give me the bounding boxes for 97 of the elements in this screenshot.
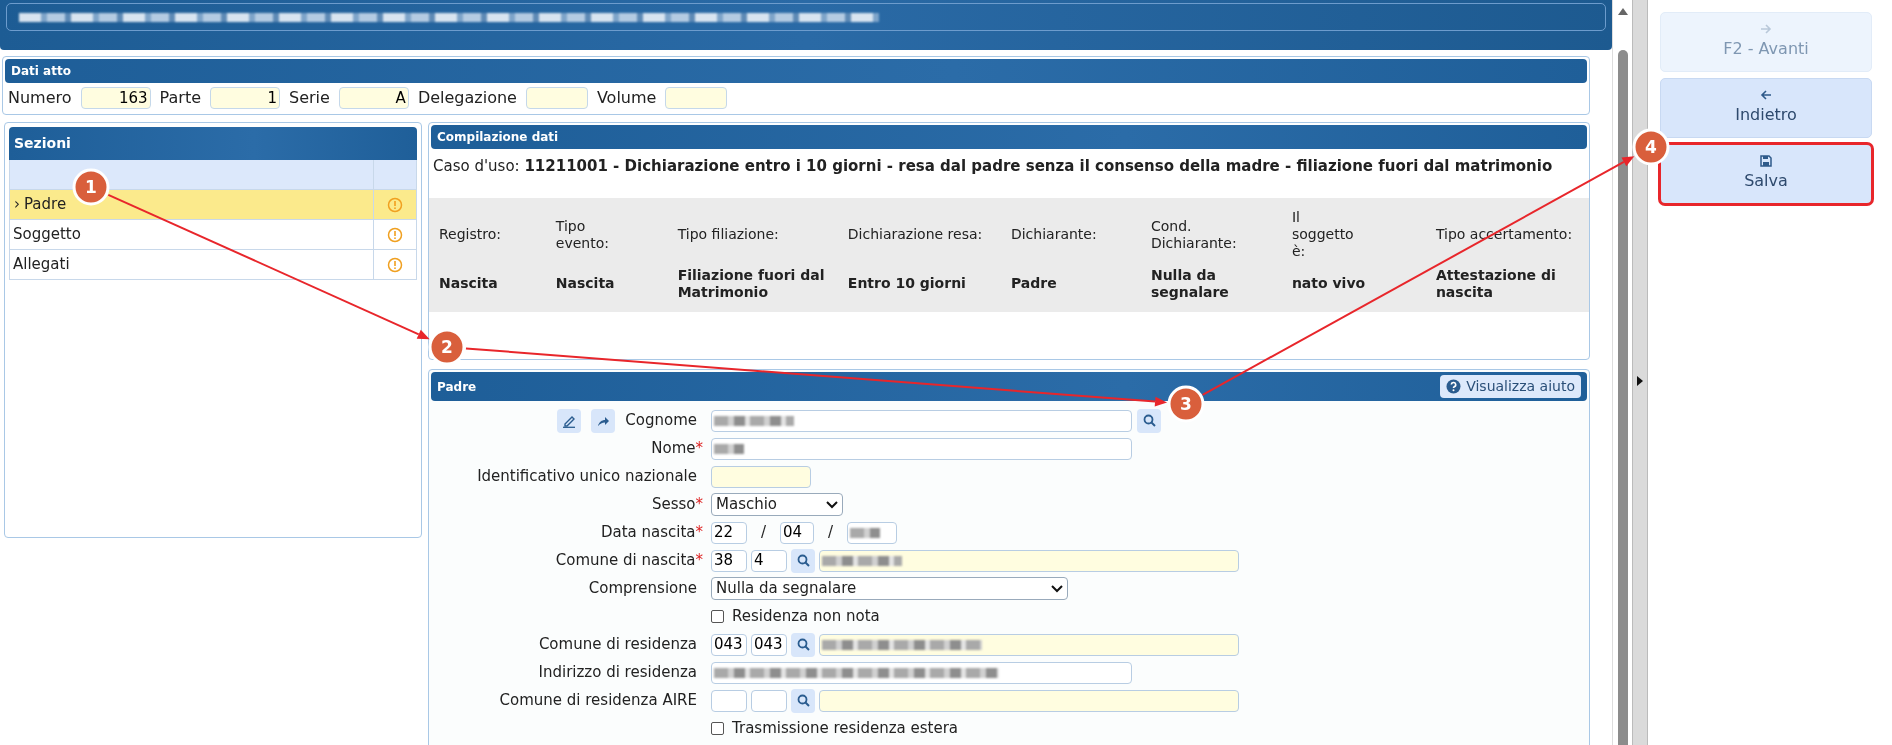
warning-icon bbox=[387, 256, 403, 273]
input-field[interactable]: 043 bbox=[751, 633, 787, 656]
help-icon bbox=[1446, 379, 1462, 394]
field-label: Comprensione bbox=[588, 578, 698, 600]
checkbox[interactable] bbox=[711, 722, 724, 735]
date-separator: / bbox=[760, 522, 768, 544]
search-icon bbox=[796, 694, 810, 707]
arrow-right-icon bbox=[1760, 23, 1772, 35]
search-icon bbox=[1142, 414, 1156, 427]
name-field[interactable] bbox=[819, 689, 1239, 712]
search-button[interactable] bbox=[791, 688, 815, 713]
date-separator: / bbox=[827, 522, 835, 544]
column-value: Nascita bbox=[438, 274, 499, 294]
checkbox-label: Residenza non nota bbox=[732, 606, 880, 628]
chevron-down-icon bbox=[1051, 584, 1063, 593]
help-button[interactable]: Visualizza aiuto bbox=[1440, 375, 1581, 398]
input-field[interactable]: 163 bbox=[80, 87, 151, 109]
column-value: Nascita bbox=[554, 274, 616, 294]
field-label: Delegazione bbox=[417, 87, 517, 109]
input-field[interactable]: 38 bbox=[711, 549, 747, 572]
input-field[interactable] bbox=[711, 661, 1132, 684]
input-field[interactable]: 4 bbox=[751, 549, 787, 572]
section-row[interactable]: Allegati bbox=[9, 250, 417, 280]
field-label: Comune di residenza bbox=[538, 634, 698, 656]
column-label: Il soggetto è: bbox=[1290, 208, 1355, 261]
input-field[interactable]: A bbox=[338, 87, 409, 109]
field-label: Identificativo unico nazionale bbox=[477, 466, 698, 488]
field-label: Indirizzo di residenza bbox=[538, 662, 698, 684]
panel-title: Dati atto bbox=[11, 63, 71, 80]
panel-title: Compilazione dati bbox=[437, 129, 559, 146]
step-marker: 1 bbox=[72, 168, 110, 206]
column-value: nato vivo bbox=[1290, 274, 1367, 294]
column-label: Cond. Dichiarante: bbox=[1149, 216, 1238, 253]
field-label: Comune di nascita* bbox=[555, 550, 703, 572]
checkbox-label: Trasmissione residenza estera bbox=[732, 718, 959, 740]
search-button[interactable] bbox=[791, 548, 815, 573]
field-label: Volume bbox=[596, 87, 657, 109]
column-value: Padre bbox=[1009, 274, 1058, 294]
input-field[interactable]: 043 bbox=[711, 633, 747, 656]
action-button[interactable]: Salva bbox=[1660, 144, 1872, 204]
redacted-text bbox=[714, 443, 744, 454]
scroll-up-icon bbox=[1618, 7, 1628, 15]
field-label: Nome* bbox=[651, 438, 703, 460]
input-field[interactable] bbox=[711, 437, 1132, 460]
field-label: Comune di residenza AIRE bbox=[499, 690, 698, 712]
arrow-left-icon bbox=[1760, 89, 1772, 101]
field-label: Data nascita* bbox=[600, 522, 703, 544]
field-label: Numero bbox=[8, 87, 72, 109]
column-value: Nulla da segnalare bbox=[1149, 265, 1230, 302]
field-label: Cognome bbox=[625, 410, 698, 432]
chevron-icon: › bbox=[14, 193, 20, 216]
input-field[interactable] bbox=[525, 87, 588, 109]
input-field[interactable]: 22 bbox=[711, 521, 747, 544]
column-value: Attestazione di nascita bbox=[1434, 265, 1557, 302]
column-label: Dichiarazione resa: bbox=[846, 225, 984, 245]
edit-button[interactable] bbox=[557, 408, 582, 433]
step-marker: 2 bbox=[428, 328, 466, 366]
warning-icon bbox=[387, 196, 403, 213]
input-field[interactable]: 04 bbox=[780, 521, 815, 544]
input-field[interactable] bbox=[711, 689, 747, 712]
column-value: Entro 10 giorni bbox=[846, 274, 967, 294]
search-button[interactable] bbox=[791, 632, 815, 657]
field-label: Serie bbox=[289, 87, 330, 109]
column-label: Tipo evento: bbox=[554, 216, 610, 253]
section-row[interactable]: Soggetto bbox=[9, 220, 417, 250]
input-field[interactable] bbox=[665, 87, 728, 109]
section-label: Padre bbox=[24, 194, 67, 216]
field-label: Parte bbox=[159, 87, 201, 109]
panel-title: Sezioni bbox=[14, 134, 71, 153]
input-field[interactable] bbox=[847, 521, 898, 544]
warning-icon bbox=[387, 226, 403, 243]
search-icon bbox=[796, 638, 810, 651]
use-case-text: Caso d'uso: 11211001 - Dichiarazione entro i 10 giorni - resa dal padre senza il consenso della madre - filiazione fuori dal matrimonio bbox=[432, 156, 1554, 177]
action-button[interactable]: Indietro bbox=[1660, 78, 1872, 138]
input-field[interactable] bbox=[751, 689, 787, 712]
select-field[interactable]: Nulla da segnalare bbox=[711, 577, 1068, 600]
section-label: Soggetto bbox=[13, 224, 81, 246]
expand-arrow-icon bbox=[1637, 376, 1643, 386]
input-field[interactable]: 1 bbox=[210, 87, 280, 109]
column-label: Tipo filiazione: bbox=[676, 225, 780, 245]
select-field[interactable]: Maschio bbox=[711, 493, 843, 516]
chevron-down-icon bbox=[826, 500, 838, 509]
share-button[interactable] bbox=[591, 408, 616, 433]
section-label: Allegati bbox=[13, 254, 70, 276]
field-label: Sesso* bbox=[651, 494, 703, 516]
input-field[interactable] bbox=[711, 409, 1132, 432]
search-button[interactable] bbox=[1137, 408, 1161, 433]
name-field[interactable] bbox=[819, 549, 1239, 572]
checkbox[interactable] bbox=[711, 610, 724, 623]
column-label: Registro: bbox=[438, 225, 502, 245]
column-value: Filiazione fuori dal Matrimonio bbox=[676, 265, 826, 302]
column-label: Dichiarante: bbox=[1009, 225, 1098, 245]
redacted-text bbox=[850, 527, 881, 538]
name-field[interactable] bbox=[819, 633, 1239, 656]
search-icon bbox=[796, 554, 810, 567]
input-field[interactable] bbox=[711, 465, 811, 488]
panel-title: Padre bbox=[437, 378, 477, 396]
